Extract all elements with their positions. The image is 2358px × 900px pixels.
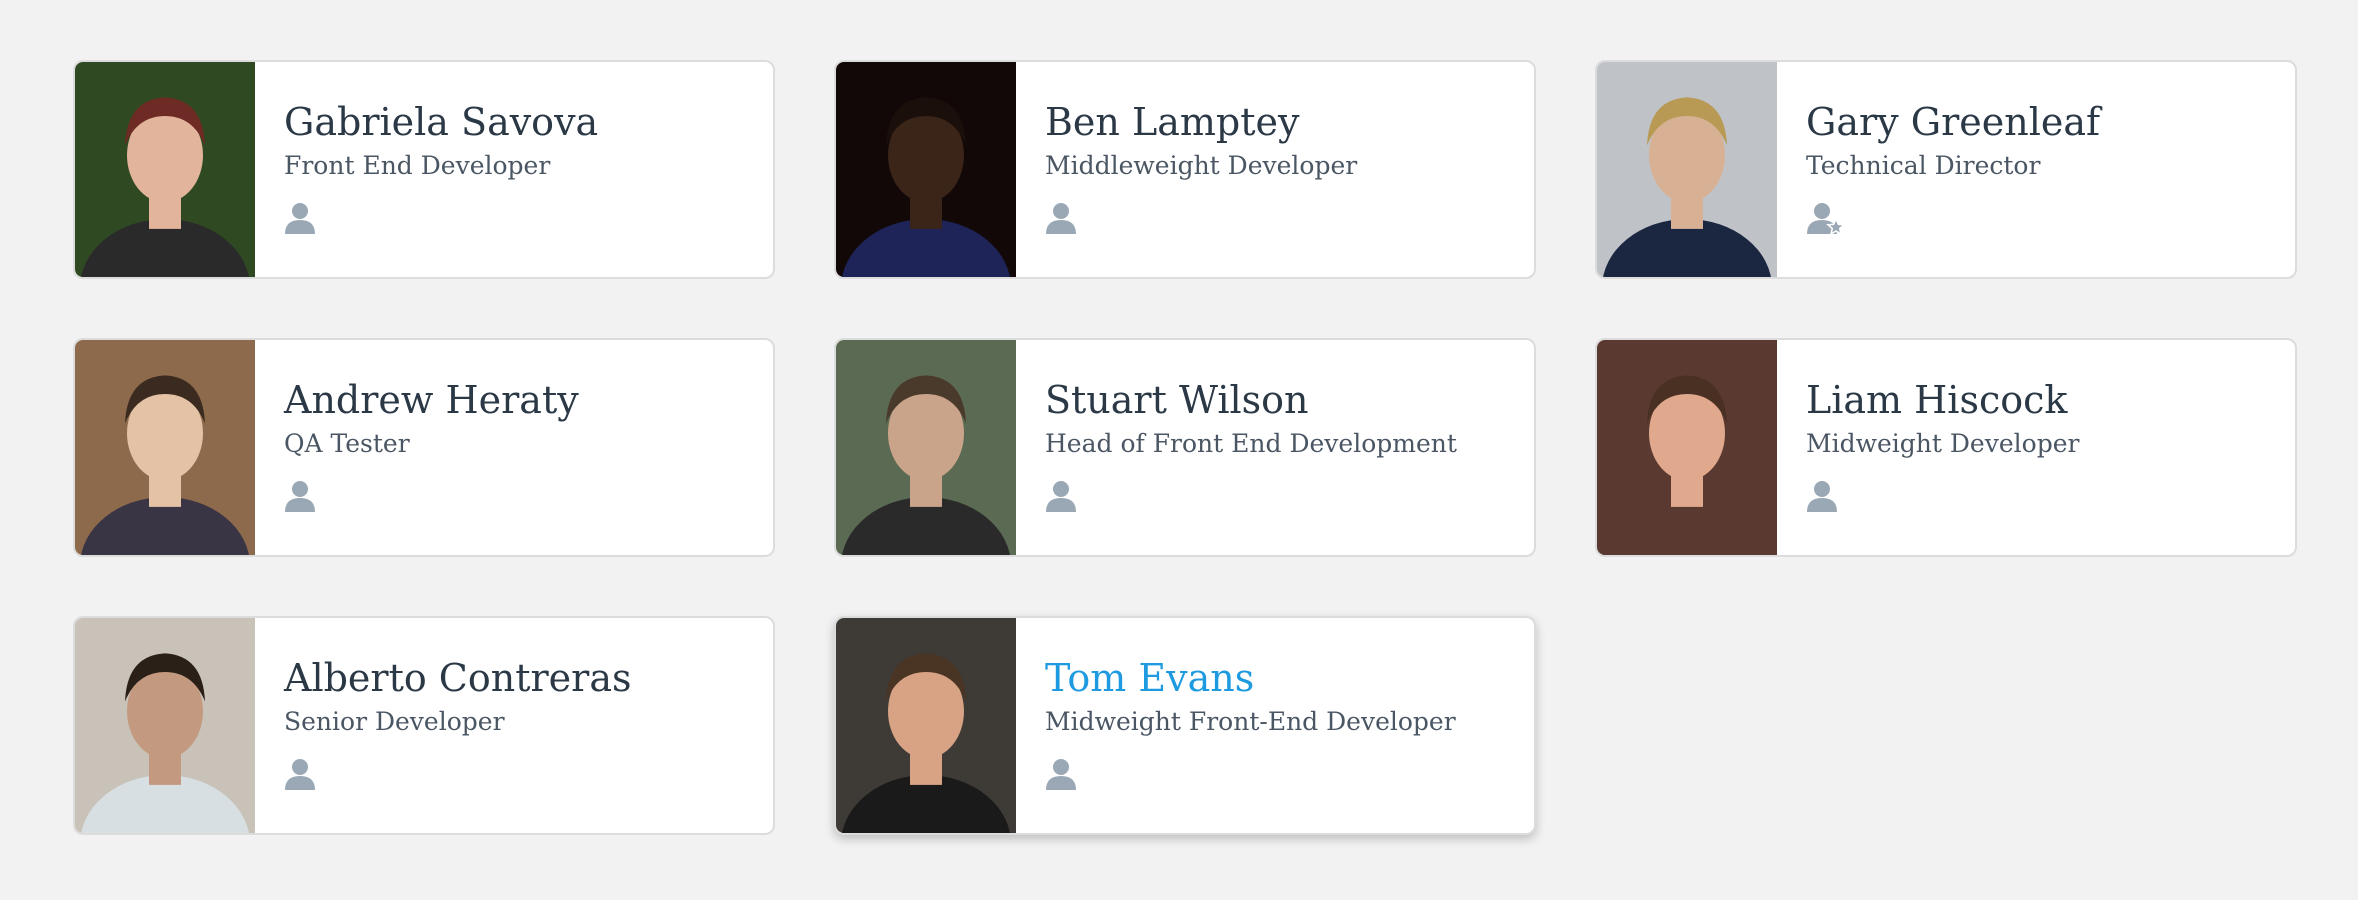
avatar — [836, 340, 1016, 555]
avatar — [836, 618, 1016, 833]
user-icon — [1045, 480, 1085, 514]
member-info: Ben Lamptey Middleweight Developer — [1016, 62, 1357, 277]
user-icon — [284, 202, 324, 236]
member-role: Senior Developer — [284, 707, 505, 736]
avatar — [836, 62, 1016, 277]
team-member-card-1[interactable]: Ben Lamptey Middleweight Developer — [834, 60, 1536, 279]
member-name[interactable]: Gabriela Savova — [284, 98, 598, 146]
member-name[interactable]: Ben Lamptey — [1045, 98, 1357, 146]
user-icon — [284, 480, 324, 514]
member-info: Alberto Contreras Senior Developer — [255, 618, 631, 833]
avatar — [75, 340, 255, 555]
team-member-card-7[interactable]: Tom Evans Midweight Front-End Developer — [834, 616, 1536, 835]
member-role: QA Tester — [284, 429, 410, 458]
avatar — [75, 618, 255, 833]
member-name[interactable]: Liam Hiscock — [1806, 376, 2079, 424]
team-member-card-4[interactable]: Stuart Wilson Head of Front End Developm… — [834, 338, 1536, 557]
member-name[interactable]: Alberto Contreras — [284, 654, 631, 702]
member-role: Midweight Developer — [1806, 429, 2080, 458]
member-name[interactable]: Stuart Wilson — [1045, 376, 1457, 424]
team-member-card-5[interactable]: Liam Hiscock Midweight Developer — [1595, 338, 2297, 557]
user-icon — [1045, 202, 1085, 236]
member-name[interactable]: Gary Greenleaf — [1806, 98, 2100, 146]
team-member-card-2[interactable]: Gary Greenleaf Technical Director — [1595, 60, 2297, 279]
user-icon — [1806, 480, 1846, 514]
member-role: Head of Front End Development — [1045, 429, 1457, 458]
member-role: Front End Developer — [284, 151, 551, 180]
member-role: Midweight Front-End Developer — [1045, 707, 1456, 736]
member-role: Middleweight Developer — [1045, 151, 1358, 180]
member-name[interactable]: Tom Evans — [1045, 654, 1456, 702]
member-info: Andrew Heraty QA Tester — [255, 340, 579, 555]
avatar — [75, 62, 255, 277]
user-icon — [1045, 758, 1085, 792]
member-info: Tom Evans Midweight Front-End Developer — [1016, 618, 1456, 833]
avatar — [1597, 62, 1777, 277]
member-info: Gary Greenleaf Technical Director — [1777, 62, 2100, 277]
member-info: Gabriela Savova Front End Developer — [255, 62, 598, 277]
user-icon — [284, 758, 324, 792]
member-name[interactable]: Andrew Heraty — [284, 376, 579, 424]
avatar — [1597, 340, 1777, 555]
member-role: Technical Director — [1806, 151, 2041, 180]
member-info: Liam Hiscock Midweight Developer — [1777, 340, 2079, 555]
user-star-icon — [1806, 202, 1846, 236]
team-member-card-6[interactable]: Alberto Contreras Senior Developer — [73, 616, 775, 835]
team-member-card-0[interactable]: Gabriela Savova Front End Developer — [73, 60, 775, 279]
team-grid: Gabriela Savova Front End Developer Ben … — [73, 60, 2297, 835]
member-info: Stuart Wilson Head of Front End Developm… — [1016, 340, 1457, 555]
team-member-card-3[interactable]: Andrew Heraty QA Tester — [73, 338, 775, 557]
